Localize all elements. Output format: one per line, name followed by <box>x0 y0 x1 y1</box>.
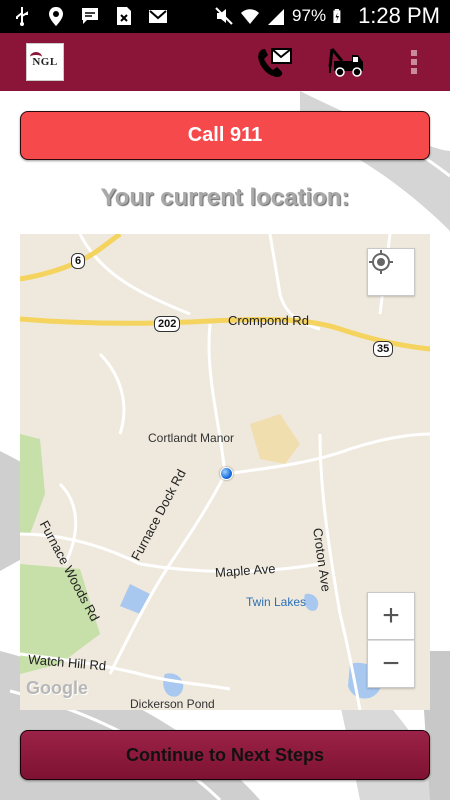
message-icon <box>82 8 98 24</box>
dickerson-pond-label: Dickerson Pond <box>130 697 215 710</box>
route-6-shield: 6 <box>71 253 86 269</box>
usb-icon <box>16 7 28 26</box>
cortlandt-manor-label: Cortlandt Manor <box>148 431 235 445</box>
location-pin-icon <box>49 7 63 26</box>
map-view[interactable]: 6 202 35 Crompond Rd Cortlandt Manor Fur… <box>20 234 430 710</box>
battery-charging-icon <box>333 9 341 23</box>
contact-button[interactable] <box>252 41 296 83</box>
zoom-in-button[interactable]: + <box>367 592 415 640</box>
call-911-button[interactable]: Call 911 <box>20 111 430 160</box>
my-location-button[interactable] <box>367 248 415 296</box>
phone-email-icon <box>258 48 292 77</box>
tow-truck-icon <box>328 48 363 77</box>
signal-icon <box>268 9 285 25</box>
app-logo: NGL <box>26 43 64 81</box>
status-bar: 97% 1:28 PM <box>0 0 450 33</box>
mute-icon <box>215 7 233 25</box>
wifi-icon <box>241 9 260 24</box>
crompond-rd-label: Crompond Rd <box>228 313 309 328</box>
gmail-icon <box>149 10 167 23</box>
app-bar: NGL <box>0 33 450 91</box>
continue-button[interactable]: Continue to Next Steps <box>20 730 430 780</box>
crosshair-icon <box>369 250 393 274</box>
location-heading: Your current location: <box>100 184 350 211</box>
logo-swoosh-icon <box>30 52 42 62</box>
clock: 1:28 PM <box>358 3 440 28</box>
battery-percent: 97% <box>292 6 327 25</box>
current-location-marker <box>220 467 233 480</box>
overflow-menu-button[interactable] <box>392 41 436 83</box>
twin-lakes-label: Twin Lakes <box>246 595 307 609</box>
zoom-out-button[interactable]: − <box>367 640 415 688</box>
route-35-shield: 35 <box>373 341 394 357</box>
route-202-shield: 202 <box>154 316 181 332</box>
tow-truck-button[interactable] <box>324 41 368 83</box>
google-logo: Google <box>26 678 88 698</box>
sim-card-icon <box>117 7 131 25</box>
overflow-menu-icon <box>411 50 417 74</box>
